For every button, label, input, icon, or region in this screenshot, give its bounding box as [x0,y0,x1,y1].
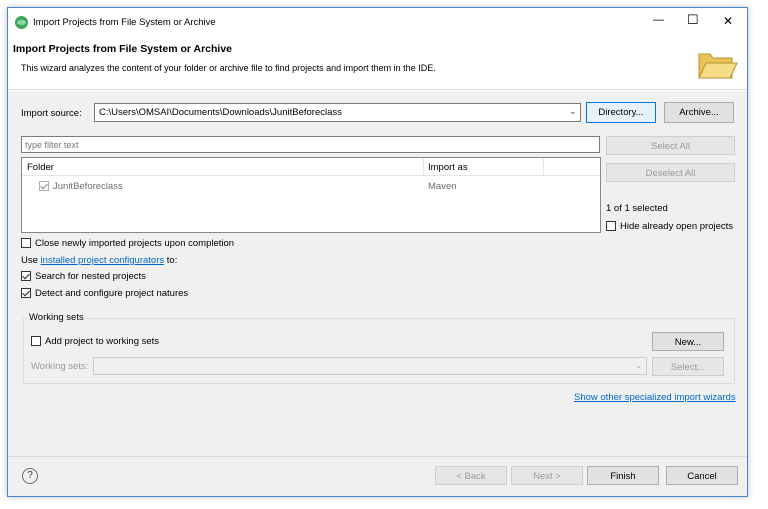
search-nested-checkbox[interactable] [21,271,31,281]
hide-open-checkbox[interactable] [606,221,616,231]
cancel-button[interactable]: Cancel [666,466,738,485]
folder-icon [696,48,738,84]
projects-table[interactable]: Folder Import as JunitBeforeclass Maven [21,157,601,233]
add-to-working-sets-checkbox[interactable] [31,336,41,346]
configurators-link[interactable]: installed project configurators [41,255,165,266]
search-nested-label: Search for nested projects [35,271,146,282]
chevron-down-icon[interactable]: ⌄ [569,106,577,117]
import-source-combo[interactable]: C:\Users\OMSAI\Documents\Downloads\Junit… [94,103,581,122]
import-source-value: C:\Users\OMSAI\Documents\Downloads\Junit… [99,107,342,118]
detect-natures-checkbox[interactable] [21,288,31,298]
select-working-sets-button[interactable]: Select... [652,357,724,376]
help-icon[interactable]: ? [22,468,38,484]
import-source-label: Import source: [21,108,82,119]
maximize-icon[interactable]: ☐ [687,12,699,28]
title-bar[interactable]: Import Projects from File System or Arch… [8,8,747,36]
next-button[interactable]: Next > [511,466,583,485]
other-wizards-link[interactable]: Show other specialized import wizards [574,392,736,403]
header-description: This wizard analyzes the content of your… [21,63,436,73]
directory-button[interactable]: Directory... [586,102,656,123]
table-row[interactable]: JunitBeforeclass Maven [22,178,600,194]
filter-input-field[interactable] [22,137,599,152]
chevron-down-icon[interactable]: ⌄ [635,360,643,371]
column-folder[interactable]: Folder [27,162,54,173]
deselect-all-button[interactable]: Deselect All [606,163,735,182]
new-working-set-button[interactable]: New... [652,332,724,351]
close-icon[interactable]: ✕ [723,14,733,28]
working-sets-group-label: Working sets [27,312,86,323]
column-import-as[interactable]: Import as [428,162,468,173]
archive-button[interactable]: Archive... [664,102,734,123]
window-title: Import Projects from File System or Arch… [33,17,216,28]
select-all-button[interactable]: Select All [606,136,735,155]
back-button[interactable]: < Back [435,466,507,485]
working-sets-label: Working sets: [31,361,89,372]
add-to-working-sets-label: Add project to working sets [45,336,160,347]
table-header: Folder Import as [22,158,600,176]
row-checkbox[interactable] [39,181,49,191]
configurators-line: Use installed project configurators to: [21,255,177,266]
selected-count: 1 of 1 selected [606,203,668,214]
use-prefix: Use [21,255,38,266]
filter-input[interactable] [21,136,600,153]
import-dialog: Import Projects from File System or Arch… [7,7,748,497]
working-sets-combo[interactable]: ⌄ [93,357,647,375]
detect-natures-label: Detect and configure project natures [35,288,189,299]
row-folder: JunitBeforeclass [53,181,123,192]
use-suffix: to: [166,255,178,266]
close-after-checkbox[interactable] [21,238,31,248]
header-title: Import Projects from File System or Arch… [13,43,233,55]
wizard-header: Import Projects from File System or Arch… [8,36,747,90]
finish-button[interactable]: Finish [587,466,659,485]
eclipse-logo-icon [15,16,28,29]
close-after-label: Close newly imported projects upon compl… [35,238,235,249]
hide-open-label: Hide already open projects [620,221,734,232]
minimize-icon[interactable]: — [653,14,664,26]
row-import-as: Maven [428,181,457,192]
